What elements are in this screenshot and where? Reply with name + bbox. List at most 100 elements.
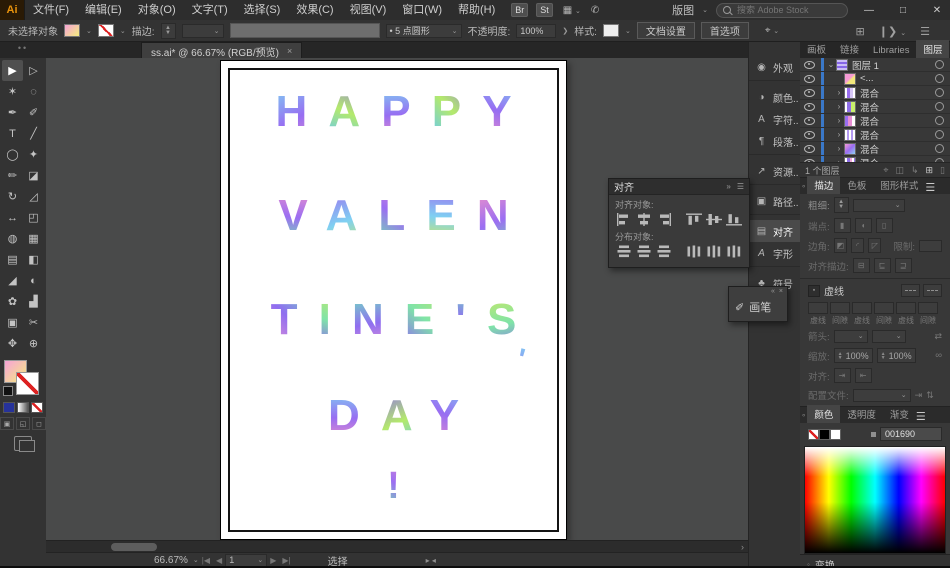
layer-name[interactable]: 混合 <box>860 142 879 156</box>
eraser-tool[interactable]: ◪ <box>23 165 44 186</box>
stroke-chevron-icon[interactable]: ⌄ <box>120 27 126 35</box>
status-expand-icon[interactable]: ▸ ◂ <box>426 556 436 565</box>
stroke-box[interactable] <box>16 372 39 395</box>
new-sublayer-icon[interactable]: ↳ <box>911 165 919 176</box>
menu-item-8[interactable]: 帮助(H) <box>450 0 503 20</box>
lasso-tool[interactable]: ◌ <box>23 81 44 102</box>
dashed-line-checkbox[interactable]: ▪ <box>808 285 820 297</box>
dist-right-button[interactable] <box>726 244 743 259</box>
preserve-dash-icon[interactable] <box>901 284 920 297</box>
weight-dropdown[interactable]: ⌄ <box>853 199 905 212</box>
artboard-navigation-field[interactable]: 1⌄ <box>225 554 267 567</box>
brush-definition-dropdown[interactable]: • 5 点圆形⌄ <box>386 24 462 38</box>
none-mode-button[interactable] <box>31 402 43 413</box>
dist-v-center-button[interactable] <box>635 244 652 259</box>
panel-menu-icon[interactable]: ☰ <box>920 25 930 38</box>
dash-field-0[interactable] <box>808 302 828 314</box>
opacity-field[interactable]: 100% <box>516 24 556 38</box>
swap-arrowheads-icon[interactable]: ⇄ <box>934 331 942 342</box>
miter-limit-field[interactable] <box>919 240 942 252</box>
menu-item-1[interactable]: 编辑(E) <box>77 0 130 20</box>
flip-across-icon[interactable]: ⇅ <box>926 390 934 401</box>
align-outside-button[interactable]: ⊒ <box>895 258 912 273</box>
align-v-center-button[interactable] <box>706 212 723 227</box>
dash-field-2[interactable] <box>852 302 872 314</box>
align-h-center-button[interactable] <box>635 212 652 227</box>
pencil-tool[interactable]: ✏ <box>2 165 23 186</box>
workspace-chevron-icon[interactable]: ⌄ <box>702 6 708 14</box>
screen-mode-button[interactable] <box>14 436 32 451</box>
workspace-switcher-icon[interactable]: ▦ ⌄ <box>563 5 581 16</box>
layer-row-0[interactable]: ⌄ 图层 1 <box>800 58 950 72</box>
arrow-align-end-button[interactable]: ⇤ <box>855 368 872 383</box>
panel-tab-链接[interactable]: 链接 <box>833 40 866 58</box>
align-inside-button[interactable]: ⊑ <box>874 258 891 273</box>
toolbar-drag-dots[interactable]: •• <box>0 42 46 58</box>
locate-object-icon[interactable]: ⌖ <box>883 165 888 176</box>
scrollbar-thumb[interactable] <box>111 543 157 551</box>
layer-name[interactable]: 混合 <box>860 128 879 142</box>
visibility-eye-icon[interactable] <box>804 75 815 83</box>
layer-name[interactable]: 混合 <box>860 86 879 100</box>
dock-panel-glyphs[interactable]: A字形 <box>749 242 801 264</box>
panel-tab-图层[interactable]: 图层 <box>916 40 949 58</box>
workspace-label[interactable]: 版图 <box>672 2 694 18</box>
visibility-eye-icon[interactable] <box>804 61 815 69</box>
zoom-tool[interactable]: ⊕ <box>23 333 44 354</box>
close-button[interactable]: ✕ <box>924 0 950 20</box>
layer-row-2[interactable]: › 混合 <box>800 86 950 100</box>
slice-tool[interactable]: ✂ <box>23 312 44 333</box>
zoom-level[interactable]: 66.67% <box>154 555 188 566</box>
menu-item-6[interactable]: 视图(V) <box>342 0 395 20</box>
arrow-end-dropdown[interactable]: ⌄ <box>872 330 906 343</box>
none-swatch[interactable] <box>808 429 819 440</box>
target-circle-icon[interactable] <box>935 144 944 153</box>
bevel-join-button[interactable]: ◸ <box>868 238 881 253</box>
scale-tool[interactable]: ◿ <box>23 186 44 207</box>
expand-chevron-icon[interactable]: › <box>834 144 844 153</box>
brushes-close-icon[interactable]: × <box>779 288 783 297</box>
white-swatch[interactable] <box>830 429 841 440</box>
selection-tool[interactable]: ▶ <box>2 60 23 81</box>
brushes-panel-label[interactable]: 画笔 <box>749 299 771 315</box>
fill-chevron-icon[interactable]: ⌄ <box>86 27 92 35</box>
dock-panel-character[interactable]: A字符.. <box>749 108 801 130</box>
dash-field-4[interactable] <box>896 302 916 314</box>
prev-artboard-icon[interactable]: ◀ <box>216 556 222 565</box>
menu-item-3[interactable]: 文字(T) <box>184 0 236 20</box>
magic-wand-tool[interactable]: ✶ <box>2 81 23 102</box>
style-chevron-icon[interactable]: ⌄ <box>625 27 631 35</box>
arrange-documents-icon[interactable]: ⊞ <box>856 25 865 38</box>
layer-row-4[interactable]: ›混合 <box>800 114 950 128</box>
draw-normal-button[interactable]: ▣ <box>0 417 14 430</box>
dock-panel-appearance[interactable]: ◉外观 <box>749 56 801 78</box>
search-input[interactable] <box>735 4 829 16</box>
blend-tool[interactable]: ◐ <box>23 270 44 291</box>
eyedropper-tool[interactable]: ◢ <box>2 270 23 291</box>
color-tab-渐变[interactable]: 渐变 <box>883 405 916 423</box>
profile-dropdown[interactable]: ⌄ <box>853 389 911 402</box>
target-circle-icon[interactable] <box>935 158 944 162</box>
round-cap-button[interactable]: ◖ <box>855 218 872 233</box>
shape-builder-tool[interactable]: ◍ <box>2 228 23 249</box>
perspective-grid-tool[interactable]: ▦ <box>23 228 44 249</box>
stroke-tab-描边[interactable]: 描边 <box>807 176 840 194</box>
expand-chevron-icon[interactable]: › <box>834 158 844 162</box>
close-tab-icon[interactable]: × <box>287 46 292 56</box>
expand-chevron-icon[interactable]: ⌄ <box>826 60 836 69</box>
align-right-button[interactable] <box>655 212 672 227</box>
last-artboard-icon[interactable]: ▶| <box>282 556 290 565</box>
layer-name[interactable]: 混合 <box>860 156 879 163</box>
layer-name[interactable]: 图层 1 <box>852 58 879 72</box>
share-icon[interactable]: ✆ <box>591 5 599 16</box>
color-spectrum[interactable] <box>804 446 946 554</box>
panel-tab-画板[interactable]: 画板 <box>800 40 833 58</box>
layer-thumbnail[interactable] <box>844 157 856 163</box>
dist-top-button[interactable] <box>615 244 632 259</box>
color-tab-颜色[interactable]: 颜色 <box>807 405 840 423</box>
expand-chevron-icon[interactable]: › <box>834 88 844 97</box>
black-swatch[interactable] <box>819 429 830 440</box>
arrow-scale-start-field[interactable]: ▲▼100% <box>834 348 873 363</box>
stroke-tab-色板[interactable]: 色板 <box>840 176 873 194</box>
gradient-mode-button[interactable] <box>17 402 29 413</box>
